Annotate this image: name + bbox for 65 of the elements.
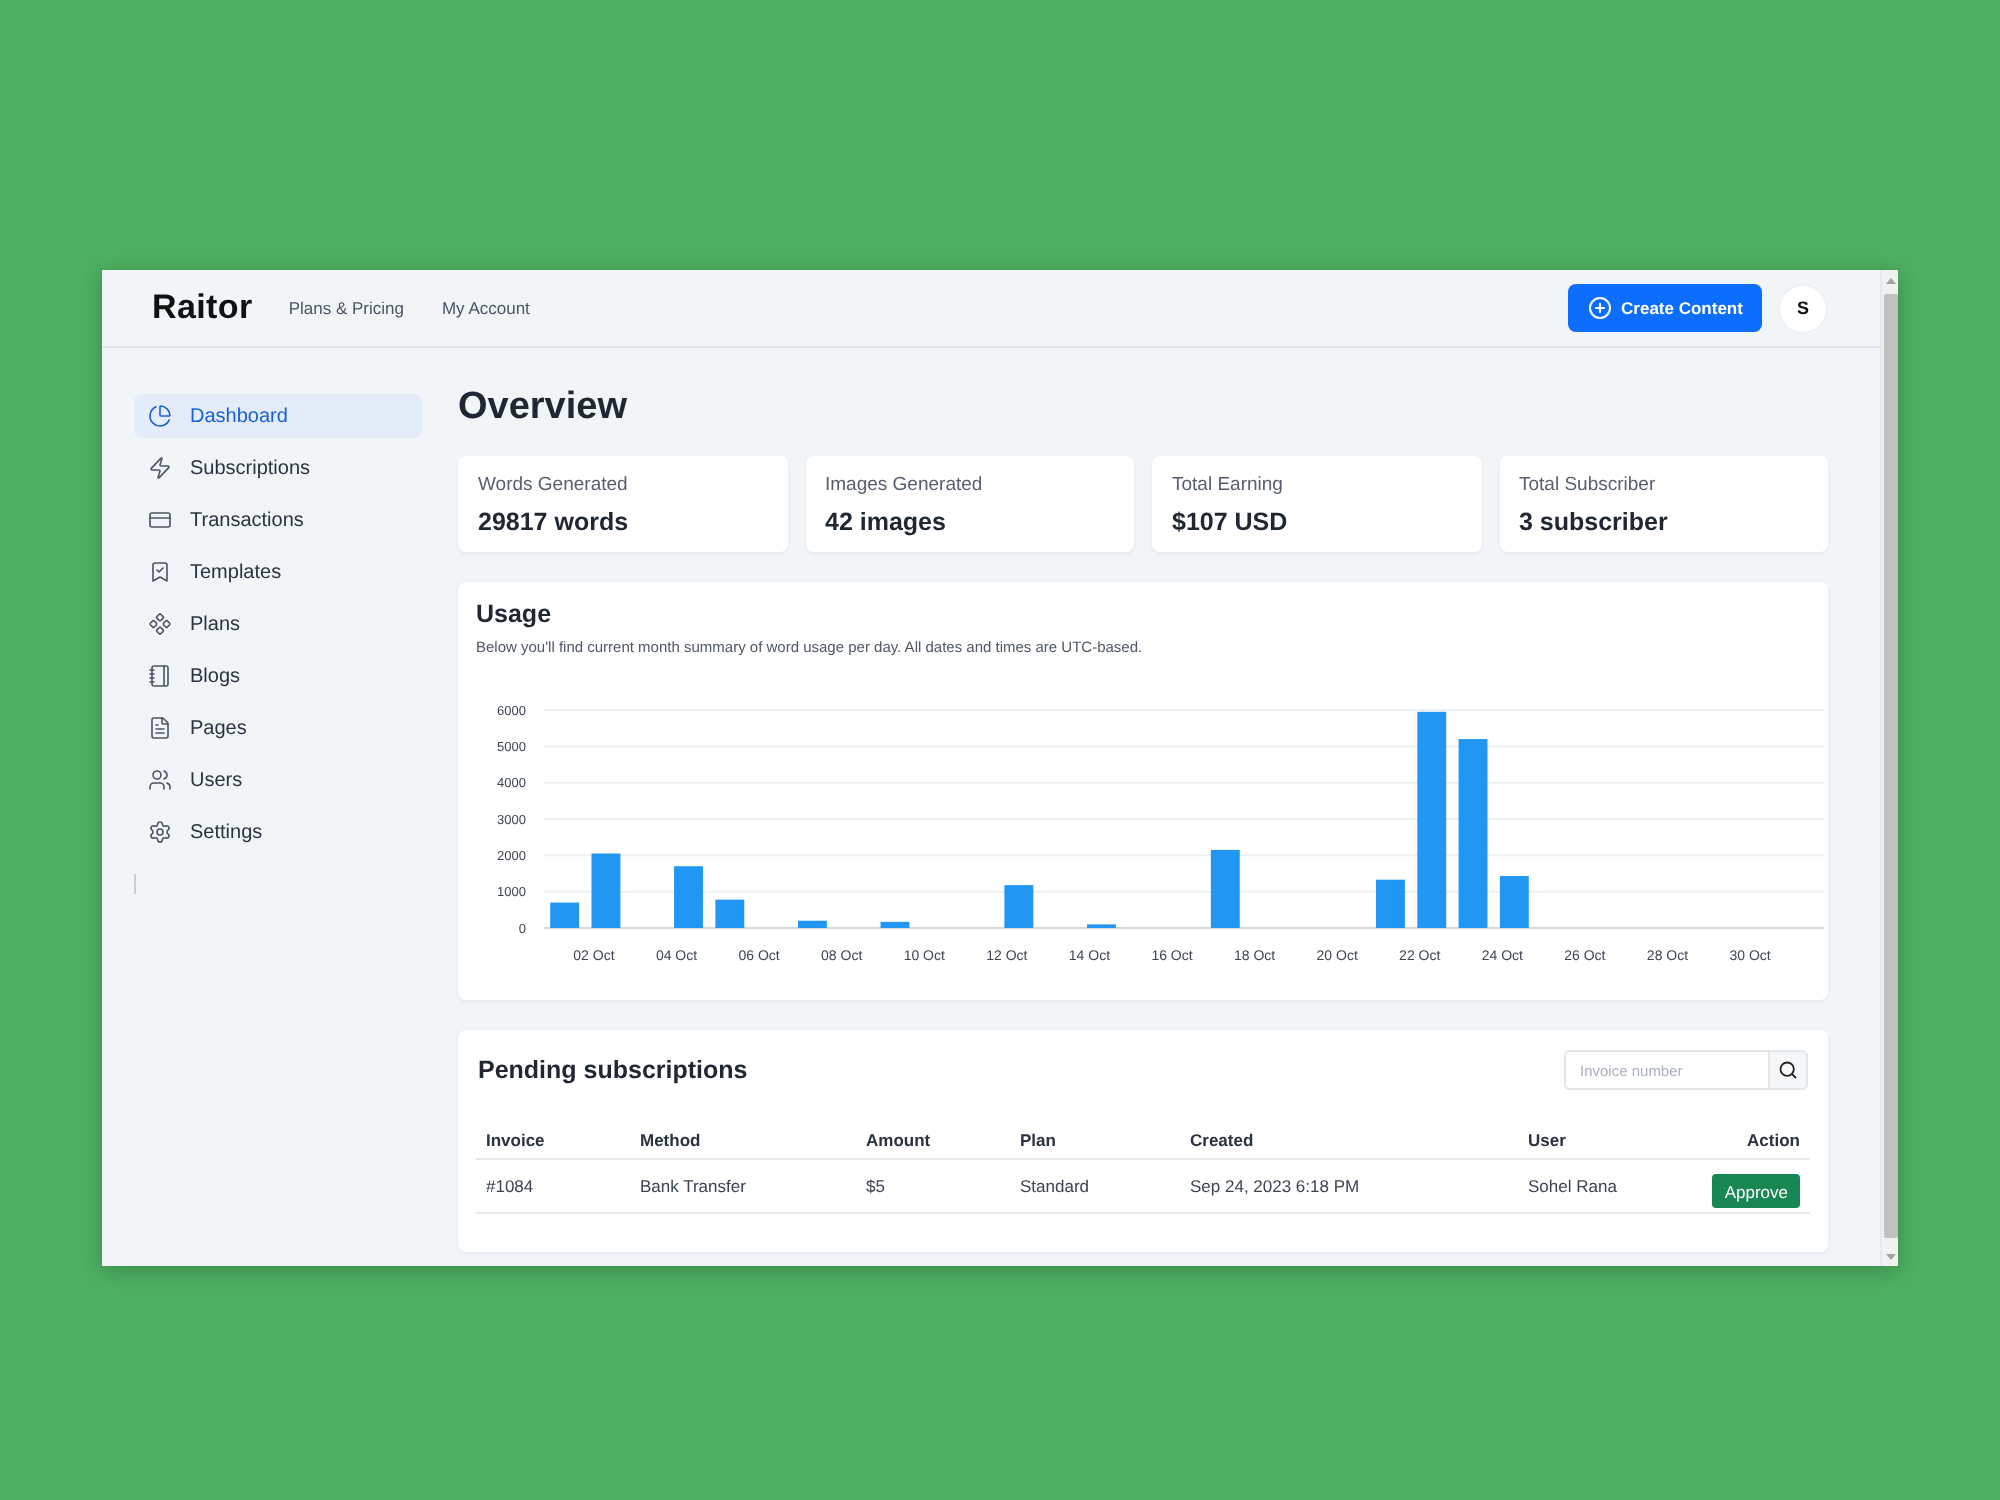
bar: [1499, 876, 1529, 928]
table-cell-text: $5: [864, 1176, 887, 1196]
search-icon: [1778, 1060, 1798, 1080]
create-content-button[interactable]: Create Content: [1568, 284, 1762, 332]
column-header: Amount: [864, 1129, 933, 1149]
plus-circle-icon: [1587, 296, 1612, 320]
nav-link[interactable]: My Account: [441, 298, 530, 318]
stat-label: Total Subscriber: [1519, 474, 1658, 498]
sidebar-item[interactable]: Plans: [134, 602, 422, 646]
document-icon: [148, 716, 172, 740]
sidebar-item[interactable]: Subscriptions: [134, 446, 422, 490]
bar: [1004, 885, 1034, 928]
table-cell-text: Sohel Rana: [1526, 1176, 1619, 1196]
approve-button[interactable]: Approve: [1712, 1174, 1800, 1208]
stat-label: Images Generated: [825, 474, 985, 498]
column-header: Action: [1745, 1129, 1802, 1149]
column-header: Invoice: [484, 1129, 547, 1149]
stat-label: Total Earning: [1172, 474, 1285, 498]
stat-label: Words Generated: [478, 474, 630, 498]
user-avatar[interactable]: S: [1780, 285, 1826, 331]
scroll-thumb[interactable]: [1883, 294, 1897, 1238]
stat-value: 3 subscriber: [1519, 506, 1670, 538]
scroll-down-icon[interactable]: [1885, 1254, 1895, 1260]
card-title: Pending subscriptions: [478, 1056, 748, 1084]
stat-value: 42 images: [825, 506, 948, 538]
bar: [715, 899, 745, 928]
bar: [674, 866, 703, 928]
sidebar-item[interactable]: Transactions: [134, 498, 422, 542]
diamonds-icon: [148, 612, 172, 636]
bar: [1210, 849, 1240, 928]
page-title: Overview: [458, 384, 629, 432]
nav-link[interactable]: Plans & Pricing: [288, 298, 404, 318]
table-cell-text: Standard: [1018, 1176, 1091, 1196]
bookmark-check-icon: [148, 560, 172, 584]
bar: [797, 920, 827, 928]
table-cell-text: #1084: [484, 1176, 536, 1196]
search-button[interactable]: [1768, 1050, 1808, 1090]
lightning-icon: [148, 456, 172, 480]
stat-value: 29817 words: [478, 506, 631, 538]
notebook-icon: [148, 664, 172, 688]
settings-icon: [148, 820, 172, 844]
bar: [1376, 879, 1405, 928]
users-icon: [148, 768, 172, 792]
table-cell-text: Bank Transfer: [638, 1176, 748, 1196]
scrollbar[interactable]: [1880, 270, 1898, 1266]
column-header: Plan: [1018, 1129, 1058, 1149]
pie-chart-icon: [148, 404, 172, 428]
credit-card-icon: [148, 508, 172, 532]
sidebar-item[interactable]: Settings: [134, 810, 422, 854]
stat-value: $107 USD: [1172, 506, 1290, 538]
bar: [591, 853, 621, 928]
sidebar-item[interactable]: Users: [134, 758, 422, 802]
scroll-up-icon[interactable]: [1885, 278, 1895, 284]
column-header: Created: [1188, 1129, 1256, 1149]
column-header: User: [1526, 1129, 1568, 1149]
sidebar-item[interactable]: Blogs: [134, 654, 422, 698]
card-title: Usage: [476, 600, 554, 628]
bar: [550, 902, 580, 928]
sidebar-item[interactable]: Pages: [134, 706, 422, 750]
logo[interactable]: Raitor: [152, 288, 253, 328]
sidebar-item[interactable]: Dashboard: [134, 394, 422, 438]
sidebar-item[interactable]: Templates: [134, 550, 422, 594]
column-header: Method: [638, 1129, 703, 1149]
bar: [880, 921, 910, 928]
table-cell-text: Sep 24, 2023 6:18 PM: [1188, 1176, 1362, 1196]
